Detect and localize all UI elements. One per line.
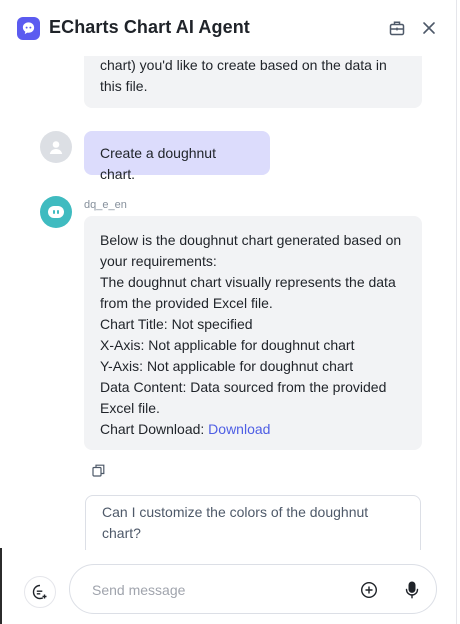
toolbox-button[interactable] [387,18,407,38]
message-line: your requirements: [100,253,217,269]
assistant-logo-icon [17,17,40,40]
message-line: Excel file. [100,400,160,416]
message-line: this file. [100,78,148,94]
new-chat-button[interactable] [24,576,56,608]
page-title: ECharts Chart AI Agent [49,17,250,37]
toolbox-icon [389,21,405,36]
user-message-bubble: Create a doughnut chart. [84,131,270,182]
bot-message-bubble: chart) you'd like to create based on the… [84,56,422,108]
chat-area[interactable]: chart) you'd like to create based on the… [0,56,456,550]
message-line: Below is the doughnut chart generated ba… [100,232,402,248]
message-input-box[interactable] [69,564,437,614]
microphone-icon [405,581,419,599]
add-attachment-button[interactable] [358,579,380,601]
message-line: chart) you'd like to create based on the… [100,57,387,73]
suggested-question[interactable]: Can I customize the colors of the doughn… [85,495,421,550]
composer [0,550,456,624]
new-chat-icon [32,584,47,600]
message-line: Y-Axis: Not applicable for doughnut char… [100,358,354,374]
close-button[interactable] [419,18,439,38]
user-avatar [40,131,72,163]
suggestion-line: chart? [102,525,141,541]
copy-icon [92,464,105,477]
close-icon [423,22,435,34]
message-line: from the provided Excel file. [100,295,273,311]
bot-face-icon [48,206,64,218]
user-icon [49,141,63,154]
chat-panel: ECharts Chart AI Agent chart) you'd like… [0,0,457,624]
bot-message-bubble: Below is the doughnut chart generated ba… [84,216,422,450]
message-line: Data Content: Data sourced from the prov… [100,379,387,395]
message-input[interactable] [90,577,344,603]
download-line: Chart Download: Download [100,419,406,440]
bot-name: dq_e_en [84,199,127,211]
message-line: X-Axis: Not applicable for doughnut char… [100,337,355,353]
message-line: The doughnut chart visually represents t… [100,274,396,290]
plus-circle-icon [360,581,378,599]
message-line: Chart Title: Not specified [100,316,253,332]
download-label: Chart Download: [100,421,209,437]
user-message-text: Create a doughnut chart. [100,145,216,182]
window-edge [0,548,2,624]
voice-input-button[interactable] [401,579,423,601]
bot-avatar [40,196,72,228]
header: ECharts Chart AI Agent [0,0,456,56]
copy-button[interactable] [92,464,105,482]
suggestion-line: Can I customize the colors of the doughn… [102,504,369,520]
download-link[interactable]: Download [208,421,270,437]
